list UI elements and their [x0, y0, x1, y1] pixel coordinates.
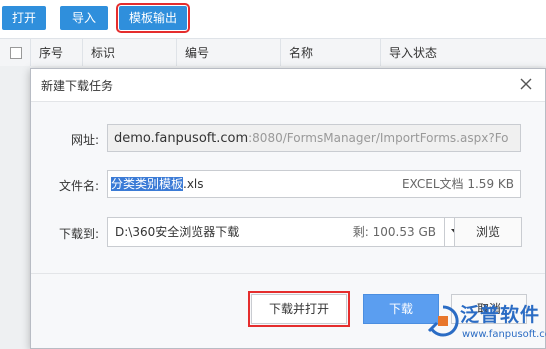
- export-template-button[interactable]: 模板输出: [116, 3, 190, 33]
- download-and-open-button[interactable]: 下载并打开: [248, 291, 350, 327]
- filename-extension: .xls: [183, 177, 204, 191]
- column-header[interactable]: 标识: [82, 39, 176, 67]
- grid-header: 序号 标识 编号 名称 导入状态: [0, 38, 546, 68]
- watermark: 泛普软件 www.fanpusoft.com: [426, 298, 546, 349]
- import-button[interactable]: 导入: [60, 6, 108, 30]
- watermark-site: www.fanpusoft.com: [462, 329, 546, 340]
- column-header[interactable]: 编号: [176, 39, 280, 67]
- url-host: demo.fanpusoft.com: [114, 131, 249, 146]
- brand-logo-icon: [427, 305, 459, 337]
- free-space: 剩: 100.53 GB: [352, 225, 436, 239]
- column-header[interactable]: 序号: [30, 39, 82, 67]
- file-meta: EXCEL文档 1.59 KB: [401, 177, 514, 191]
- filename-field[interactable]: 分类类别模板.xls EXCEL文档 1.59 KB: [107, 170, 521, 198]
- url-field: demo.fanpusoft.com:8080/FormsManager/Imp…: [107, 124, 521, 152]
- close-icon[interactable]: [517, 75, 535, 93]
- column-header[interactable]: 名称: [280, 39, 380, 67]
- divider: [31, 273, 545, 274]
- url-rest: :8080/FormsManager/ImportForms.aspx?Fo: [248, 131, 509, 145]
- toolbar: 打开 导入 模板输出: [0, 0, 546, 38]
- open-button[interactable]: 打开: [2, 6, 46, 30]
- save-path-field[interactable]: D:\360安全浏览器下载 剩: 100.53 GB: [107, 217, 445, 247]
- dialog-title: 新建下载任务: [41, 79, 114, 93]
- column-header[interactable]: 导入状态: [380, 39, 546, 67]
- save-path: D:\360安全浏览器下载: [115, 225, 240, 239]
- select-all-checkbox[interactable]: [10, 47, 22, 59]
- filename-label: 文件名:: [58, 179, 99, 193]
- url-label: 网址:: [70, 133, 99, 147]
- browse-button[interactable]: 浏览: [454, 217, 522, 247]
- watermark-brand: 泛普软件: [460, 304, 541, 326]
- dialog-titlebar: 新建下载任务: [31, 69, 545, 102]
- saveto-label: 下载到:: [58, 227, 99, 241]
- filename-selected: 分类类别模板: [111, 177, 184, 191]
